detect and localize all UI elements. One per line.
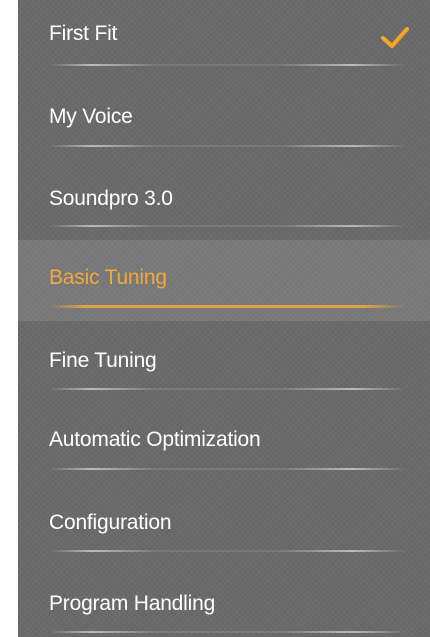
menu-divider <box>49 631 406 633</box>
menu-item-label: Soundpro 3.0 <box>49 187 173 210</box>
menu-divider <box>49 145 406 147</box>
menu-item-soundpro[interactable]: Soundpro 3.0 <box>18 155 430 236</box>
menu-item-label: First Fit <box>49 22 118 45</box>
menu-item-configuration[interactable]: Configuration <box>18 482 430 563</box>
navigation-menu: First Fit My Voice Soundpro 3.0 Basic Tu… <box>18 0 430 637</box>
menu-item-label: Configuration <box>49 511 172 534</box>
check-icon <box>381 27 409 48</box>
menu-active-indicator <box>49 305 406 308</box>
menu-item-my-voice[interactable]: My Voice <box>18 75 430 156</box>
menu-item-automatic-optimization[interactable]: Automatic Optimization <box>18 400 430 481</box>
menu-item-first-fit[interactable]: First Fit <box>18 0 430 75</box>
menu-item-label: Program Handling <box>49 592 216 615</box>
menu-divider <box>49 225 406 227</box>
menu-divider <box>49 388 406 390</box>
menu-divider <box>49 550 406 552</box>
menu-item-label: Automatic Optimization <box>49 428 261 451</box>
menu-item-label: Basic Tuning <box>49 266 167 289</box>
menu-item-fine-tuning[interactable]: Fine Tuning <box>18 320 430 401</box>
menu-divider <box>49 64 406 66</box>
menu-item-label: My Voice <box>49 105 133 128</box>
menu-item-basic-tuning[interactable]: Basic Tuning <box>18 240 430 321</box>
menu-divider <box>49 468 406 470</box>
menu-item-label: Fine Tuning <box>49 349 157 372</box>
menu-item-program-handling[interactable]: Program Handling <box>18 563 430 637</box>
